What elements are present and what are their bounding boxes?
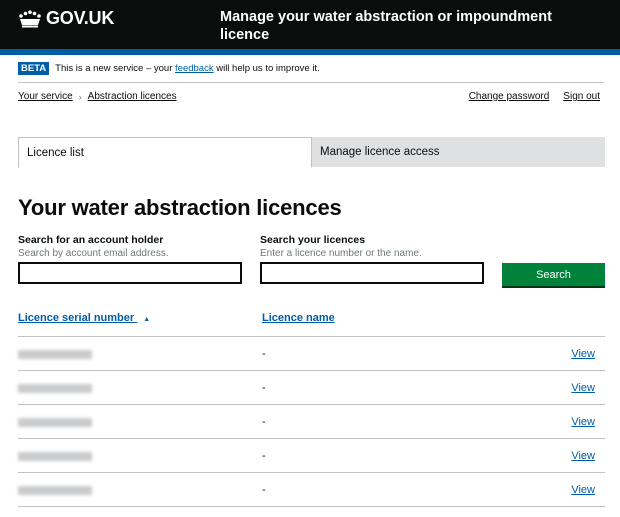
licence-search-input[interactable] [260,262,484,284]
tab-licence-list[interactable]: Licence list [18,137,312,168]
govuk-logo-link[interactable]: GOV.UK [18,8,114,29]
breadcrumb-your-service[interactable]: Your service [18,91,73,102]
column-header-licence-name[interactable]: Licence name [262,312,335,324]
licence-name-cell: - [262,382,266,394]
table-row: - View [18,439,605,473]
column-header-serial-label: Licence serial number [18,312,135,324]
licence-name-cell: - [262,484,266,496]
account-search-hint: Search by account email address. [18,248,169,259]
phase-text-before: This is a new service – your [55,63,173,74]
column-header-serial-number[interactable]: Licence serial number ▲ [18,312,150,324]
licence-search-group: Search your licences Enter a licence num… [260,234,484,284]
breadcrumb: Your service › Abstraction licences [18,91,177,102]
redacted-serial-number [18,452,92,461]
sign-out-link[interactable]: Sign out [563,91,600,102]
licence-name-cell: - [262,416,266,428]
licence-name-cell: - [262,450,266,462]
tab-manage-licence-access[interactable]: Manage licence access [312,137,605,167]
phase-text-after: will help us to improve it. [216,63,320,74]
redacted-serial-number [18,350,92,359]
phase-banner: BETA This is a new service – your feedba… [18,62,604,83]
table-row: - View [18,405,605,439]
licence-search-hint: Enter a licence number or the name. [260,248,422,259]
account-search-label: Search for an account holder [18,234,164,246]
redacted-serial-number [18,418,92,427]
phase-banner-text: This is a new service – your feedback wi… [55,62,320,75]
view-licence-link[interactable]: View [571,348,595,360]
logo-text: GOV.UK [46,8,115,28]
crown-icon [19,9,41,27]
chevron-right-icon: › [78,91,82,102]
licence-name-cell: - [262,348,266,360]
view-licence-link[interactable]: View [571,416,595,428]
licence-search-label: Search your licences [260,234,366,246]
beta-tag: BETA [18,62,50,75]
header-accent-bar [0,49,620,55]
service-name[interactable]: Manage your water abstraction or impound… [220,8,600,44]
tab-bar: Licence list Manage licence access [18,137,605,168]
search-button[interactable]: Search [502,263,605,288]
account-links: Change password Sign out [455,91,600,102]
redacted-serial-number [18,486,92,495]
global-header: GOV.UK Manage your water abstraction or … [0,0,620,49]
page-title: Your water abstraction licences [18,195,342,220]
account-search-group: Search for an account holder Search by a… [18,234,242,284]
account-search-input[interactable] [18,262,242,284]
sort-ascending-icon: ▲ [143,316,151,323]
view-licence-link[interactable]: View [571,484,595,496]
table-row: - View [18,337,605,371]
redacted-serial-number [18,384,92,393]
table-row: - View [18,473,605,507]
view-licence-link[interactable]: View [571,382,595,394]
breadcrumb-abstraction-licences[interactable]: Abstraction licences [88,91,177,102]
change-password-link[interactable]: Change password [469,91,550,102]
view-licence-link[interactable]: View [571,450,595,462]
table-row: - View [18,371,605,405]
feedback-link[interactable]: feedback [175,63,214,74]
